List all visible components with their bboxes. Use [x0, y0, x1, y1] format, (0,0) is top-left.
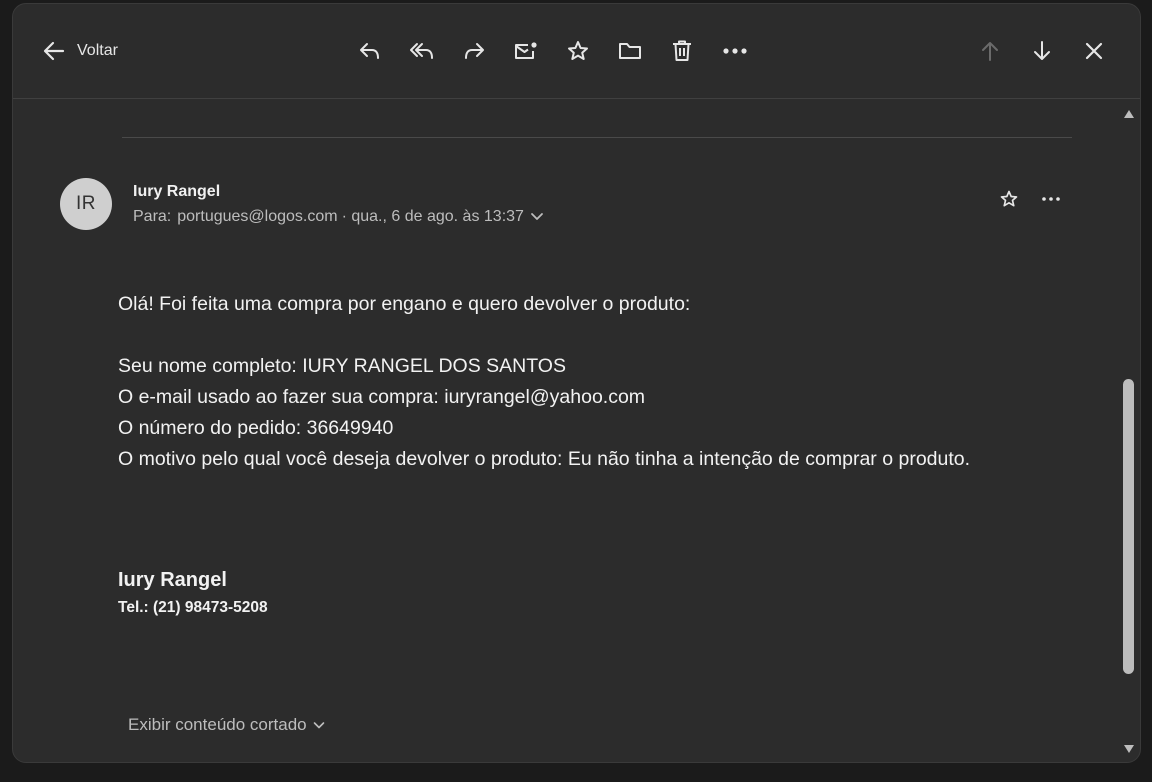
previous-message-button[interactable] — [975, 36, 1005, 66]
arrow-left-icon — [43, 41, 65, 61]
show-trimmed-label: Exibir conteúdo cortado — [128, 715, 307, 734]
mark-unread-button[interactable] — [511, 36, 541, 66]
star-icon — [568, 41, 588, 60]
folder-icon — [619, 43, 641, 59]
close-button[interactable] — [1079, 36, 1109, 66]
show-trimmed-content-button[interactable]: Exibir conteúdo cortado — [128, 715, 325, 735]
chevron-down-icon — [313, 721, 324, 728]
signature-phone: Tel.: (21) 98473-5208 — [118, 599, 268, 616]
reply-all-button[interactable] — [407, 36, 437, 66]
email-reader-window: Voltar IR Iury Rangel Para: portugues@lo… — [12, 3, 1141, 763]
trash-icon — [673, 40, 691, 61]
back-button[interactable]: Voltar — [43, 38, 118, 64]
body-line: O número do pedido: 36649940 — [118, 417, 394, 439]
reply-icon — [360, 43, 379, 59]
star-icon — [1000, 190, 1018, 207]
message-divider — [122, 137, 1072, 138]
star-button[interactable] — [563, 36, 593, 66]
scrollbar[interactable] — [1118, 99, 1140, 762]
toolbar: Voltar — [13, 4, 1140, 99]
message-star-button[interactable] — [999, 189, 1019, 214]
reply-all-icon — [410, 43, 433, 59]
body-greeting: Olá! Foi feita uma compra por engano e q… — [118, 293, 691, 315]
scroll-down-icon[interactable] — [1123, 744, 1135, 754]
reply-button[interactable] — [355, 36, 385, 66]
delete-button[interactable] — [667, 36, 697, 66]
body-line[interactable]: O e-mail usado ao fazer sua compra: iury… — [118, 382, 978, 413]
message-more-button[interactable] — [1041, 189, 1061, 214]
body-line: O motivo pelo qual você deseja devolver … — [118, 448, 971, 470]
back-label: Voltar — [77, 42, 118, 59]
more-icon — [723, 48, 747, 54]
message-view: IR Iury Rangel Para: portugues@logos.com… — [13, 99, 1118, 762]
scroll-up-icon[interactable] — [1123, 109, 1135, 119]
arrow-up-icon — [982, 42, 998, 61]
next-message-button[interactable] — [1027, 36, 1057, 66]
signature-name: Iury Rangel — [118, 569, 227, 591]
more-actions-button[interactable] — [720, 36, 750, 66]
arrow-down-icon — [1034, 41, 1050, 60]
message-body: Olá! Foi feita uma compra por engano e q… — [118, 289, 978, 475]
avatar[interactable]: IR — [60, 178, 112, 230]
chevron-down-icon — [531, 213, 543, 220]
forward-icon — [465, 43, 484, 59]
sender-name[interactable]: Iury Rangel — [133, 183, 220, 201]
more-icon — [1042, 197, 1060, 201]
to-label: Para: — [133, 208, 172, 225]
message-date: · qua., 6 de ago. às 13:37 — [341, 208, 524, 225]
message-meta: Para: portugues@logos.com · qua., 6 de a… — [133, 208, 544, 226]
body-line: Seu nome completo: IURY RANGEL DOS SANTO… — [118, 355, 566, 377]
forward-button[interactable] — [459, 36, 489, 66]
move-to-folder-button[interactable] — [615, 36, 645, 66]
close-icon — [1085, 42, 1103, 60]
recipient-address[interactable]: portugues@logos.com — [177, 208, 337, 226]
mark-unread-icon — [515, 42, 537, 59]
scrollbar-thumb[interactable] — [1123, 379, 1134, 674]
details-toggle[interactable] — [530, 212, 544, 222]
